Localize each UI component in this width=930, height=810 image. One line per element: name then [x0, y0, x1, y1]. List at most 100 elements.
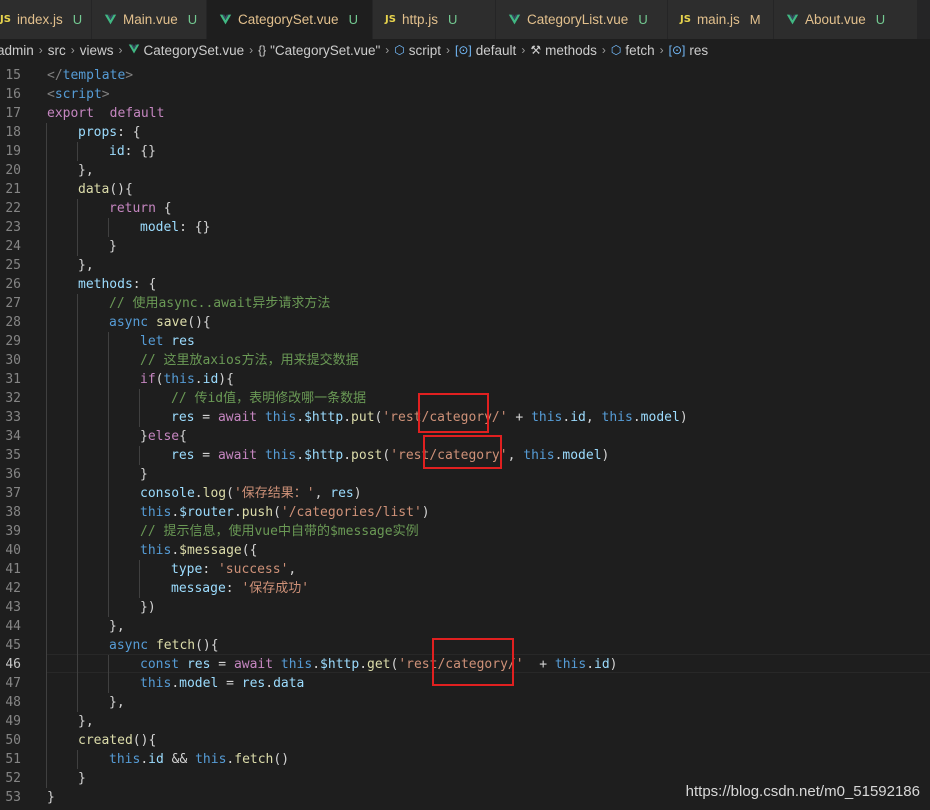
breadcrumb-item-categoryset-vue[interactable]: {} "CategorySet.vue"	[258, 43, 380, 58]
breadcrumb-item-views[interactable]: views	[80, 43, 114, 58]
tab-label: CategoryList.vue	[527, 12, 629, 27]
line-number: 44	[5, 619, 21, 634]
code-token: (){	[195, 638, 219, 653]
code-token: this	[140, 676, 172, 691]
breadcrumb-item-res[interactable]: [⊙] res	[669, 43, 709, 58]
code-token: this	[601, 410, 633, 425]
code-line: 21 data(){	[0, 180, 930, 199]
code-token: (	[226, 486, 234, 501]
vue-icon	[128, 43, 140, 58]
breadcrumb-item-admin[interactable]: admin	[0, 43, 34, 58]
code-token: ){	[218, 372, 234, 387]
code-token: data	[78, 182, 110, 197]
code-line: 16 <script>	[0, 85, 930, 104]
code-token: $http	[304, 410, 344, 425]
code-token: .	[312, 657, 321, 672]
code-line: 19 id: {}	[0, 142, 930, 161]
code-text: },	[78, 712, 94, 731]
code-token: res	[163, 334, 195, 349]
code-token: =	[194, 448, 218, 463]
line-number: 39	[5, 524, 21, 539]
code-token: })	[140, 600, 156, 615]
line-number: 37	[5, 486, 21, 501]
code-text: if(this.id){	[140, 370, 234, 389]
code-text: // 提示信息，使用vue中自带的$message实例	[140, 522, 419, 541]
code-token: .	[171, 505, 180, 520]
code-token: (	[273, 505, 281, 520]
code-text: },	[109, 693, 125, 712]
code-text: // 这里放axios方法，用来提交数据	[140, 351, 359, 370]
indent-guide	[139, 389, 140, 427]
line-number: 22	[5, 201, 21, 216]
indent-guide	[77, 142, 78, 161]
line-number: 47	[5, 676, 21, 691]
breadcrumb-item-script[interactable]: ⬡ script	[394, 43, 441, 58]
line-number: 32	[5, 391, 21, 406]
code-token: .	[194, 486, 203, 501]
code-token: if	[140, 372, 156, 387]
line-number: 53	[5, 790, 21, 805]
code-token: (){	[187, 315, 211, 330]
code-token: ,	[507, 448, 524, 463]
code-text: this.$router.push('/categories/list')	[140, 503, 430, 522]
tab-categoryset-vue[interactable]: CategorySet.vue U	[207, 0, 373, 39]
indent-guide	[77, 199, 78, 256]
line-number: 27	[5, 296, 21, 311]
line-number: 41	[5, 562, 21, 577]
code-token: model	[640, 410, 680, 425]
code-token: },	[109, 695, 125, 710]
code-token: .	[171, 676, 180, 691]
chevron-right-icon: ›	[385, 43, 390, 57]
breadcrumb-item-default[interactable]: [⊙] default	[455, 43, 516, 58]
code-token: }	[109, 239, 117, 254]
line-number: 28	[5, 315, 21, 330]
breadcrumb-item-fetch[interactable]: ⬡ fetch	[611, 43, 655, 58]
code-token: $router	[179, 505, 234, 520]
code-token: this	[264, 410, 297, 425]
git-status-badge: U	[875, 12, 886, 27]
code-token: export	[47, 106, 94, 121]
code-text: type: 'success',	[171, 560, 296, 579]
line-number: 30	[5, 353, 21, 368]
code-token: >	[101, 87, 110, 102]
code-token: await	[233, 657, 274, 672]
line-number: 35	[5, 448, 21, 463]
code-token: $message	[179, 543, 242, 558]
line-number: 46	[5, 657, 21, 672]
code-token: }	[78, 771, 86, 786]
indent-guide	[46, 123, 47, 788]
cube-icon: ⬡	[394, 43, 405, 57]
code-line: 44},	[0, 617, 930, 636]
tab-main-vue[interactable]: Main.vue U	[92, 0, 207, 39]
tab-about-vue[interactable]: About.vue U	[774, 0, 918, 39]
git-status-badge: U	[447, 12, 458, 27]
tab-categorylist-vue[interactable]: CategoryList.vue U	[496, 0, 668, 39]
code-text: // 传id值，表明修改哪一条数据	[171, 389, 366, 408]
code-text: id: {}	[109, 142, 156, 161]
line-number: 29	[5, 334, 21, 349]
code-text: return {	[109, 199, 172, 218]
code-token: // 提示信息，使用vue中自带的$message实例	[140, 524, 419, 539]
breadcrumb-item-methods[interactable]: ⚒ methods	[530, 43, 597, 58]
tab-index-js[interactable]: JS index.js U	[0, 0, 92, 39]
code-token: =	[194, 410, 218, 425]
breadcrumb-item-src[interactable]: src	[48, 43, 66, 58]
line-number: 42	[5, 581, 21, 596]
code-text: this.id && this.fetch()	[109, 750, 289, 769]
tab-http-js[interactable]: JS http.js U	[373, 0, 496, 39]
code-token: .	[343, 410, 352, 425]
breadcrumb-label: methods	[545, 42, 597, 58]
code-text: data(){	[78, 180, 133, 199]
code-token: .	[265, 676, 274, 691]
code-token: (	[382, 448, 391, 463]
code-line: 39 // 提示信息，使用vue中自带的$message实例	[0, 522, 930, 541]
tab-main-js[interactable]: JS main.js M	[668, 0, 774, 39]
breadcrumb-item-categoryset-vue[interactable]: CategorySet.vue	[128, 43, 244, 58]
code-line: 22 return {	[0, 199, 930, 218]
code-line: 15 </template>	[0, 66, 930, 85]
code-token: this	[140, 543, 172, 558]
code-line: 29 let res	[0, 332, 930, 351]
git-status-badge: U	[187, 12, 198, 27]
line-number: 20	[5, 163, 21, 178]
